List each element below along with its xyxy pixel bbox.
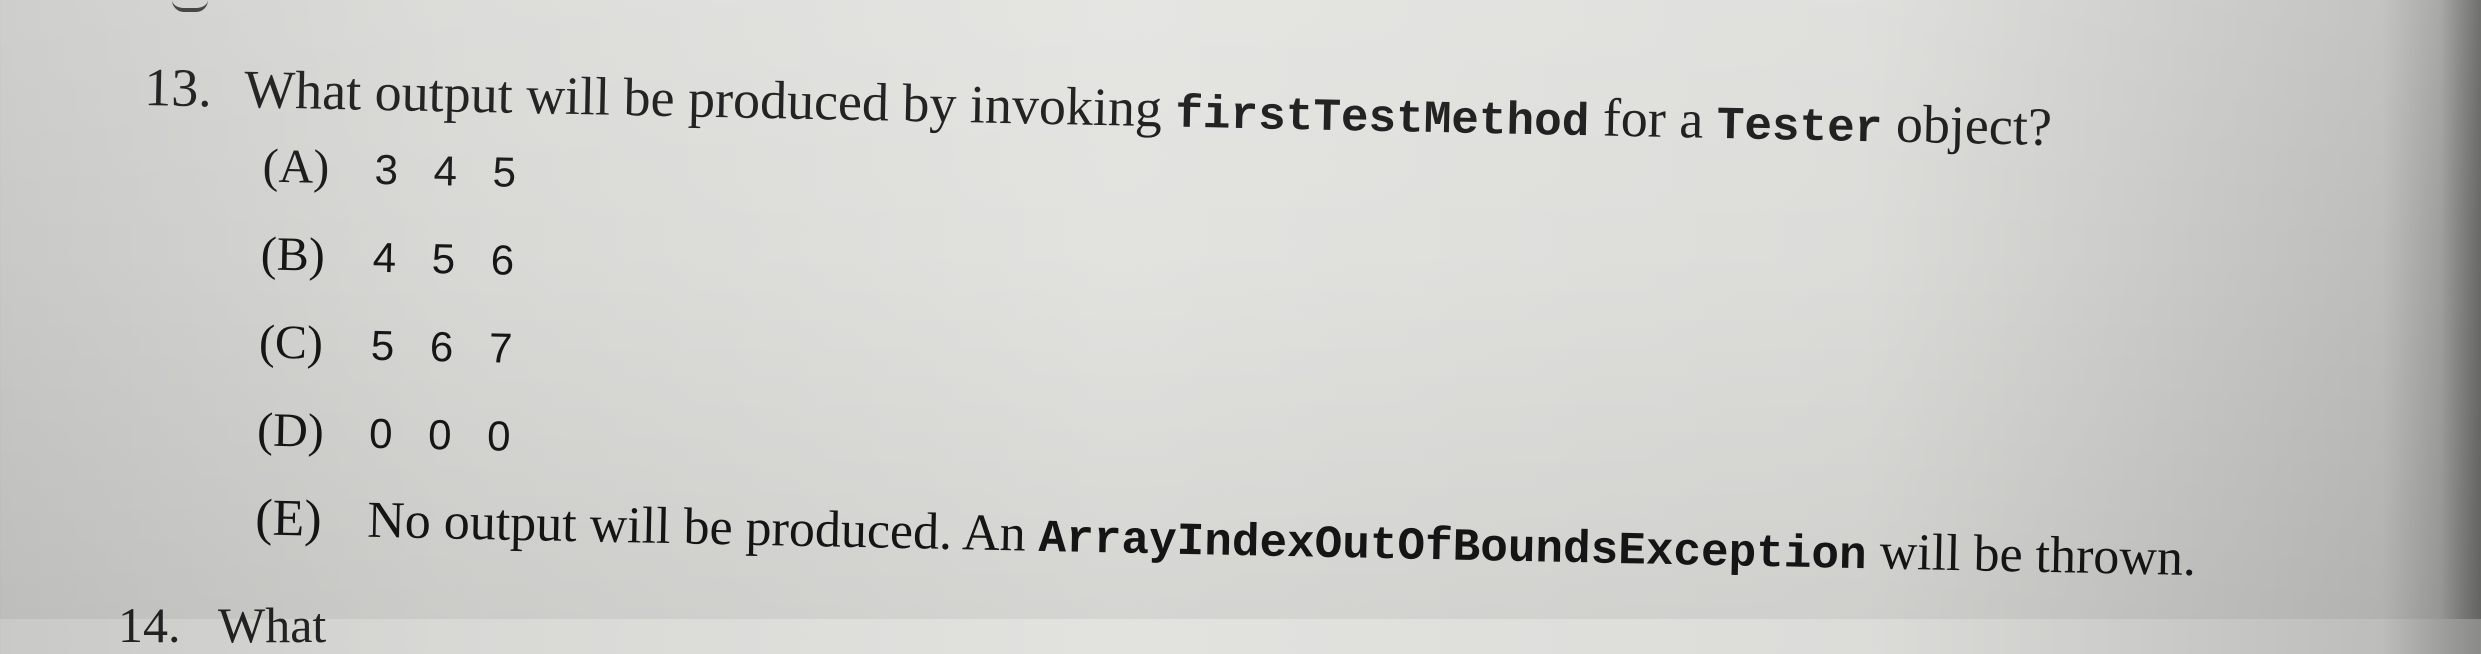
- question-text-end: object?: [1881, 93, 2053, 157]
- choice-value: 3 4 5: [374, 145, 529, 197]
- answer-choices: (A) 3 4 5 (B) 4 5 6 (C) 5 6 7 (D) 0 0 0 (E) N…: [254, 139, 2204, 620]
- choice-letter: (A): [262, 139, 330, 194]
- code-exception-name: ArrayIndexOutOfBoundsException: [1038, 512, 1868, 583]
- page-mark: [172, 0, 208, 12]
- choice-letter: (C): [258, 315, 324, 370]
- code-method-name: firstTestMethod: [1174, 88, 1590, 150]
- next-question-number: 14.: [118, 597, 181, 653]
- question-number: 13.: [143, 56, 213, 119]
- choice-letter: (E): [254, 489, 323, 548]
- choice-value: 4 5 6: [372, 233, 527, 285]
- choice-value: 0 0 0: [368, 409, 524, 460]
- choice-e-text-end: will be thrown.: [1866, 523, 2197, 588]
- next-question-text: What: [218, 597, 327, 653]
- choice-letter: (D): [256, 403, 325, 458]
- next-question-partial: 14. What: [118, 596, 326, 654]
- question-13: 13. What output will be produced by invok…: [134, 55, 2206, 620]
- question-text-start: What output will be produced by invoking: [243, 59, 1177, 139]
- choice-value: 5 6 7: [370, 321, 525, 373]
- page-edge-shadow: [2441, 0, 2481, 619]
- code-class-name: Tester: [1716, 99, 1883, 156]
- choice-letter: (B): [260, 227, 326, 282]
- question-text-middle: for a: [1588, 87, 1718, 150]
